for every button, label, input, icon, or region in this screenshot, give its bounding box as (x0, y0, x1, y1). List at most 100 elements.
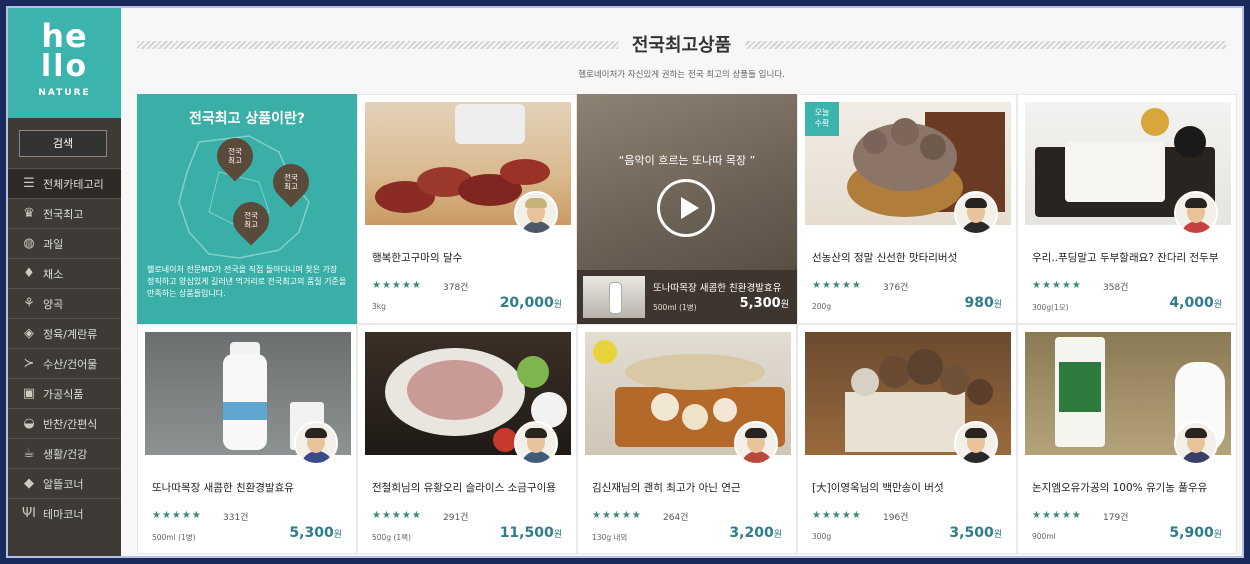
product-price: 20,000원 (500, 295, 562, 311)
product-spec: 200g (812, 302, 832, 311)
logo-subtitle: NATURE (38, 88, 91, 98)
promo-card[interactable]: 전국최고 상품이란? 전국 최고 전국 최고 전국 최고 헬로네이처 전문MD가 전국… (137, 94, 357, 324)
sidebar-item-side-dishes[interactable]: ◒ 반찬/간편식 (8, 408, 121, 438)
currency-unit: 원 (780, 300, 789, 310)
video-product-price: 5,300원 (740, 296, 789, 311)
product-price: 11,500원 (500, 525, 562, 541)
sidebar-item-label: 전국최고 (43, 207, 84, 221)
rating-stars: ★★★★★ (592, 510, 642, 521)
sidebar-item-label: 수산/건어물 (43, 357, 98, 371)
product-name[interactable]: 행복한고구마의 달수 (372, 250, 567, 265)
grain-icon: ⚘ (23, 296, 35, 311)
producer-avatar (514, 421, 558, 465)
product-name[interactable]: 선농산의 정말 신선한 맛타리버섯 (812, 250, 1007, 265)
product-spec: 130g 내외 (592, 533, 628, 542)
currency-unit: 원 (773, 530, 782, 540)
promo-title: 전국최고 상품이란? (188, 111, 306, 127)
producer-avatar (954, 191, 998, 235)
sidebar-item-seafood[interactable]: ≻ 수산/건어물 (8, 348, 121, 378)
sidebar-item-meat-eggs[interactable]: ◈ 정육/계란류 (8, 318, 121, 348)
sidebar-item-fruit[interactable]: ◍ 과일 (8, 228, 121, 258)
video-product-thumbnail (583, 276, 645, 318)
product-name[interactable]: 논지엠오유가공의 100% 유기농 풀우유 (1032, 480, 1227, 495)
video-card[interactable]: “음악이 흐르는 또나따 목장 ” 또나따목장 새콤한 친환경발효유 500ml… (577, 94, 797, 324)
product-card[interactable]: 김신재님의 괜히 최고가 아닌 연근 ★★★★★ 264건 130g 내외 3,… (577, 324, 797, 554)
producer-avatar (1174, 191, 1218, 235)
rating-stars: ★★★★★ (372, 280, 422, 291)
product-name[interactable]: 우리..푸딩말고 두부할래요? 잔다리 전두부 (1032, 250, 1227, 265)
currency-unit: 원 (993, 530, 1002, 540)
sidebar-item-label: 채소 (43, 267, 64, 281)
sidebar-item-all-categories[interactable]: ☰ 전체카테고리 (8, 168, 121, 198)
price-value: 4,000 (1169, 295, 1214, 311)
review-count: 196건 (883, 513, 909, 523)
currency-unit: 원 (1213, 530, 1222, 540)
price-value: 20,000 (499, 295, 554, 311)
sidebar-item-national-best[interactable]: ♛ 전국최고 (8, 198, 121, 228)
video-product-strip[interactable]: 또나따목장 새콤한 친환경발효유 500ml (1병) 5,300원 (577, 270, 797, 324)
product-card[interactable]: 또나따목장 새콤한 친환경발효유 ★★★★★ 331건 500ml (1병) 5… (137, 324, 357, 554)
product-card[interactable]: [大]이영옥님의 백만송이 버섯 ★★★★★ 196건 300g 3,500원 (797, 324, 1017, 554)
currency-unit: 원 (1213, 300, 1222, 310)
main-content: 전국최고상품 헬로네이처가 자신있게 권하는 전국 최고의 상품들 입니다. 전… (121, 8, 1242, 556)
product-price: 5,900원 (1169, 525, 1222, 541)
review-count: 179건 (1103, 513, 1129, 523)
rating-stars: ★★★★★ (812, 280, 862, 291)
play-icon[interactable] (657, 179, 715, 237)
sidebar-item-grain[interactable]: ⚘ 양곡 (8, 288, 121, 318)
fish-icon: ≻ (23, 356, 35, 371)
brand-logo[interactable]: he llo NATURE (8, 8, 121, 118)
rating-stars: ★★★★★ (152, 510, 202, 521)
review-count: 358건 (1103, 283, 1129, 293)
sidebar-item-label: 반찬/간편식 (43, 417, 98, 431)
product-spec: 500g (1팩) (372, 533, 411, 542)
sidebar-item-vegetable[interactable]: ♦ 채소 (8, 258, 121, 288)
sidebar-item-living-health[interactable]: ☕ 생활/건강 (8, 438, 121, 468)
product-name[interactable]: [大]이영옥님의 백만송이 버섯 (812, 480, 1007, 495)
price-value: 3,200 (729, 525, 774, 541)
sidebar-item-label: 생활/건강 (43, 447, 88, 461)
review-count: 264건 (663, 513, 689, 523)
price-value: 980 (964, 295, 994, 311)
product-name[interactable]: 전철희님의 유황오리 슬라이스 소금구이용 (372, 480, 567, 495)
logo-word-bottom: llo (40, 49, 89, 84)
product-name[interactable]: 또나따목장 새콤한 친환경발효유 (152, 480, 347, 495)
video-product-name: 또나따목장 새콤한 친환경발효유 (653, 283, 782, 294)
sidebar-item-label: 정육/계란류 (43, 327, 98, 341)
producer-avatar (954, 421, 998, 465)
page-title: 전국최고상품 (617, 31, 746, 57)
product-name[interactable]: 김신재님의 괜히 최고가 아닌 연근 (592, 480, 787, 495)
product-price: 980원 (964, 295, 1002, 311)
review-count: 291건 (443, 513, 469, 523)
section-title-bar: 전국최고상품 (137, 31, 1226, 57)
price-value: 3,500 (949, 525, 994, 541)
product-card[interactable]: 오늘 수확 선농산의 정말 신선한 맛타리버섯 ★★★★★ 376건 200g 9… (797, 94, 1017, 324)
product-card[interactable]: 전철희님의 유황오리 슬라이스 소금구이용 ★★★★★ 291건 500g (1… (357, 324, 577, 554)
product-card[interactable]: 우리..푸딩말고 두부할래요? 잔다리 전두부 ★★★★★ 358건 300g(… (1017, 94, 1237, 324)
rating-stars: ★★★★★ (1032, 510, 1082, 521)
currency-unit: 원 (553, 530, 562, 540)
sidebar-item-theme[interactable]: ΨΙ 테마코너 (8, 498, 121, 528)
sidebar-item-bargain[interactable]: ◆ 알뜰코너 (8, 468, 121, 498)
promo-description: 헬로네이처 전문MD가 전국을 직접 돌아다니며 찾은 가장 정직하고 양심있게… (147, 265, 347, 298)
search-button[interactable]: 검색 (19, 130, 107, 157)
video-product-spec: 500ml (1병) (653, 303, 697, 312)
sidebar-item-processed-food[interactable]: ▣ 가공식품 (8, 378, 121, 408)
product-card[interactable]: 논지엠오유가공의 100% 유기농 풀우유 ★★★★★ 179건 900ml 5… (1017, 324, 1237, 554)
currency-unit: 원 (333, 530, 342, 540)
product-card[interactable]: 행복한고구마의 달수 ★★★★★ 378건 3kg 20,000원 (357, 94, 577, 324)
trophy-icon: ♛ (23, 206, 35, 221)
cup-icon: ☕ (23, 446, 35, 461)
product-price: 3,200원 (729, 525, 782, 541)
sidebar-item-label: 테마코너 (43, 507, 84, 521)
currency-unit: 원 (553, 300, 562, 310)
list-icon: ☰ (23, 176, 35, 191)
pin-label: 전국 최고 (228, 147, 242, 165)
product-price: 4,000원 (1169, 295, 1222, 311)
currency-unit: 원 (993, 300, 1002, 310)
apple-icon: ◍ (23, 236, 35, 251)
rating-stars: ★★★★★ (812, 510, 862, 521)
product-spec: 900ml (1032, 532, 1056, 541)
page-frame: he llo NATURE 검색 ☰ 전체카테고리 ♛ 전국최고 ◍ 과일 ♦ 채소 ⚘… (6, 6, 1244, 558)
rating-stars: ★★★★★ (1032, 280, 1082, 291)
